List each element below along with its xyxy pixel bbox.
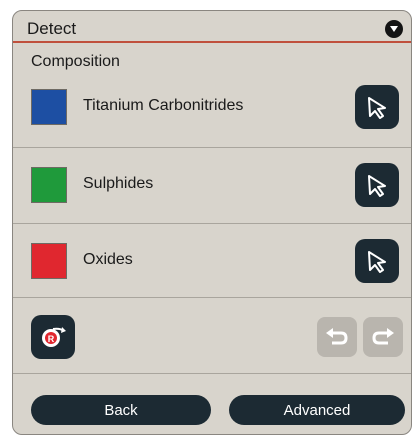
panel-title: Detect [27,19,77,38]
reset-button[interactable]: R [31,315,75,359]
phase-row: Titanium Carbonitrides [13,73,411,143]
divider [13,147,411,148]
divider [13,223,411,224]
pick-button[interactable] [355,85,399,129]
color-swatch[interactable] [31,167,67,203]
color-swatch[interactable] [31,89,67,125]
panel-header: Detect [13,11,411,43]
divider [13,373,411,374]
section-label: Composition [31,53,120,70]
redo-icon [372,328,394,345]
redo-button[interactable] [363,317,403,357]
detect-panel: Detect Composition Titanium Carbonitride… [12,10,412,435]
svg-text:R: R [48,334,55,344]
phase-label: Titanium Carbonitrides [83,97,244,114]
phase-row: Oxides [13,227,411,297]
advanced-button[interactable]: Advanced [229,395,405,425]
color-swatch[interactable] [31,243,67,279]
pick-button[interactable] [355,163,399,207]
undo-icon [326,328,348,345]
tool-row: R [13,301,411,371]
back-button[interactable]: Back [31,395,211,425]
divider [13,297,411,298]
pick-button[interactable] [355,239,399,283]
collapse-button[interactable] [385,20,403,38]
cursor-pick-icon [368,97,386,119]
phase-label: Sulphides [83,175,154,192]
phase-label: Oxides [83,251,133,268]
chevron-down-icon [390,26,398,32]
cursor-pick-icon [368,175,386,197]
undo-button[interactable] [317,317,357,357]
reset-icon: R [42,327,66,347]
cursor-pick-icon [368,251,386,273]
phase-row: Sulphides [13,151,411,221]
